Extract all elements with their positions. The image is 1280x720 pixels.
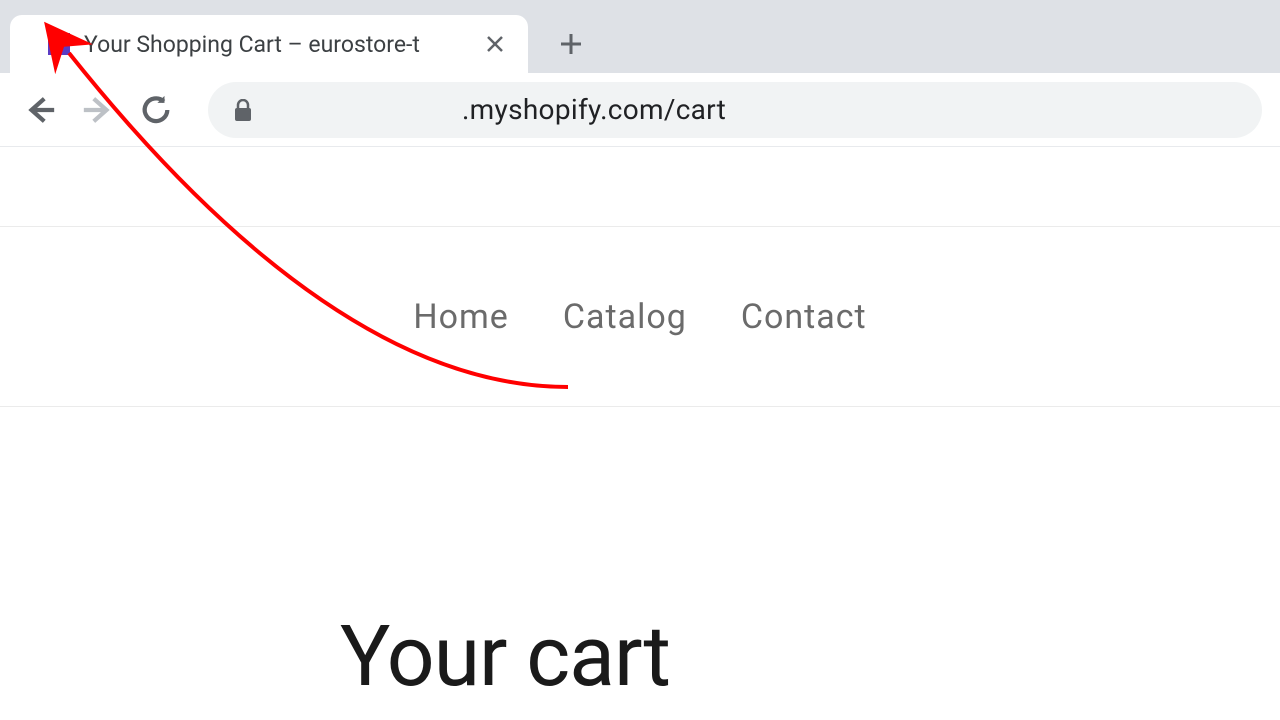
browser-tab[interactable]: 2 Your Shopping Cart – eurostore-t <box>10 15 528 73</box>
nav-link-catalog[interactable]: Catalog <box>563 297 687 337</box>
close-tab-button[interactable] <box>482 31 508 57</box>
back-button[interactable] <box>18 88 62 132</box>
lock-icon <box>232 99 254 121</box>
reload-button[interactable] <box>134 88 178 132</box>
main-content: Your cart <box>0 407 1280 706</box>
url-text: .myshopify.com/cart <box>462 93 726 126</box>
new-tab-button[interactable] <box>546 19 596 69</box>
favicon-badge-icon: 2 <box>48 33 70 55</box>
page-title: Your cart <box>340 607 1280 706</box>
forward-button[interactable] <box>76 88 120 132</box>
favicon-badge-text: 2 <box>54 35 63 54</box>
browser-chrome: 2 Your Shopping Cart – eurostore-t <box>0 0 1280 147</box>
nav-link-contact[interactable]: Contact <box>741 297 867 337</box>
address-bar[interactable]: .myshopify.com/cart <box>208 82 1262 138</box>
header-spacer <box>0 147 1280 227</box>
address-bar-row: .myshopify.com/cart <box>0 73 1280 147</box>
site-navigation: Home Catalog Contact <box>0 227 1280 407</box>
tab-title: Your Shopping Cart – eurostore-t <box>84 31 474 58</box>
nav-link-home[interactable]: Home <box>413 297 509 337</box>
page-content: Home Catalog Contact Your cart <box>0 147 1280 706</box>
tab-bar: 2 Your Shopping Cart – eurostore-t <box>0 0 1280 73</box>
